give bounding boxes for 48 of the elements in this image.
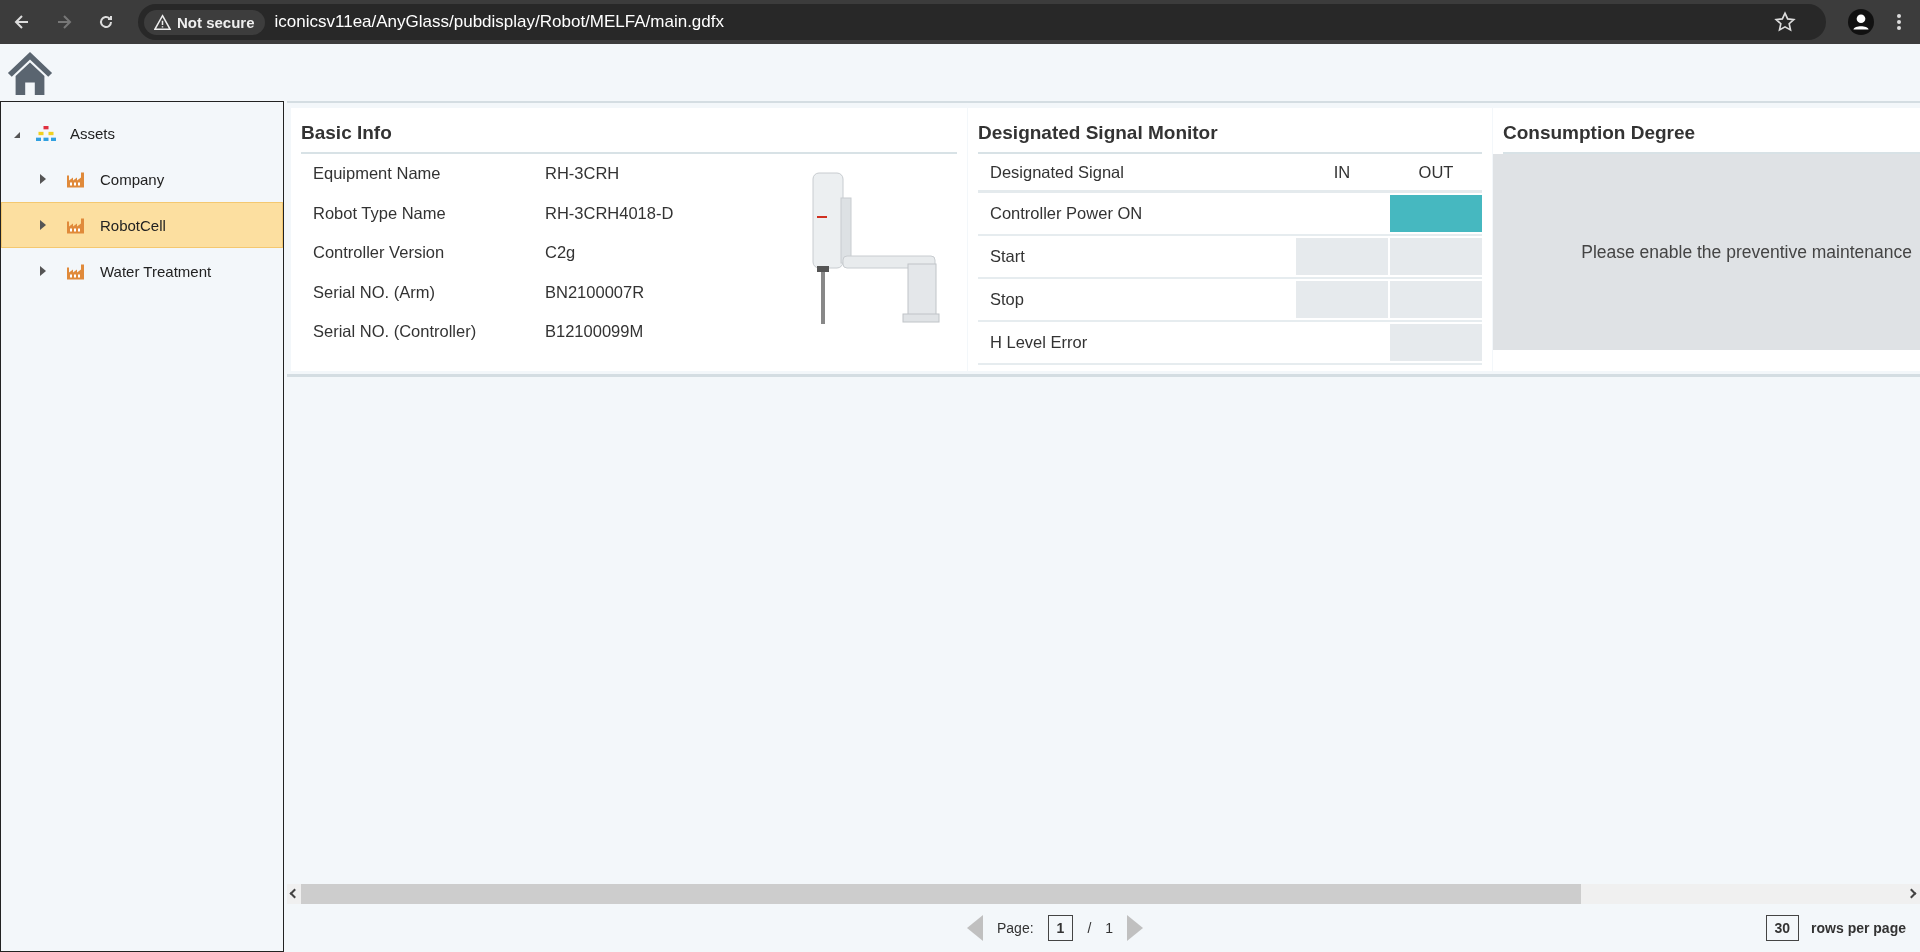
warning-icon [154,13,171,31]
column-header: OUT [1417,161,1455,183]
page-total: 1 [1105,920,1114,936]
security-chip[interactable]: Not secure [144,9,265,35]
field-value: RH-3CRH [545,164,620,184]
horizontal-scrollbar[interactable] [287,884,1920,904]
card-title: Basic Info [301,108,957,154]
factory-icon [66,216,86,234]
column-header: Designated Signal [989,161,1125,183]
address-bar[interactable]: Not secure iconicsv11ea/AnyGlass/pubdisplay/Robot/MELFA/main.gdfx [138,4,1826,40]
tree-label: RobotCell [100,216,166,234]
message-text: Please enable the preventive maintenance [1581,241,1912,263]
field-label: Controller Version [313,243,446,263]
page-separator: / [1087,920,1092,936]
tree-item[interactable]: RobotCell [1,202,283,248]
hierarchy-icon [36,124,56,142]
tree-label: Company [100,170,165,188]
profile-icon[interactable] [1848,9,1874,35]
rows-per-page-label: rows per page [1811,920,1906,936]
tree-item[interactable]: Assets [1,110,283,156]
rows-per-page-field[interactable]: 30 [1765,915,1800,941]
field-label: Robot Type Name [313,203,447,223]
field-label: Equipment Name [313,164,442,184]
field-label: Serial NO. (Controller) [313,322,478,342]
menu-icon[interactable] [1896,12,1902,32]
field-label: Serial NO. (Arm) [313,282,436,302]
signal-name: H Level Error [989,332,1089,353]
page-label: Page: [997,920,1034,936]
column-header: IN [1332,161,1352,183]
tree-item[interactable]: Company [1,156,283,202]
tree-item[interactable]: Water Treatment [1,248,283,294]
security-label: Not secure [177,13,255,31]
scrollbar-thumb[interactable] [301,884,1581,904]
signal-name: Controller Power ON [989,203,1144,224]
card-title: Designated Signal Monitor [978,108,1482,154]
page-number-field[interactable]: 1 [1047,915,1074,941]
factory-icon [66,262,86,280]
field-value: C2g [545,243,576,263]
signal-name: Stop [989,289,1025,310]
field-value: BN2100007R [545,282,645,302]
url-text: iconicsv11ea/AnyGlass/pubdisplay/Robot/MELFA/main.gdfx [274,12,725,32]
tree-label: Water Treatment [100,262,212,280]
field-value: B12100099M [545,322,644,342]
star-icon[interactable] [1774,11,1796,33]
signal-name: Start [989,246,1026,267]
field-value: RH-3CRH4018-D [545,203,674,223]
tree-label: Assets [70,124,115,142]
factory-icon [66,170,86,188]
